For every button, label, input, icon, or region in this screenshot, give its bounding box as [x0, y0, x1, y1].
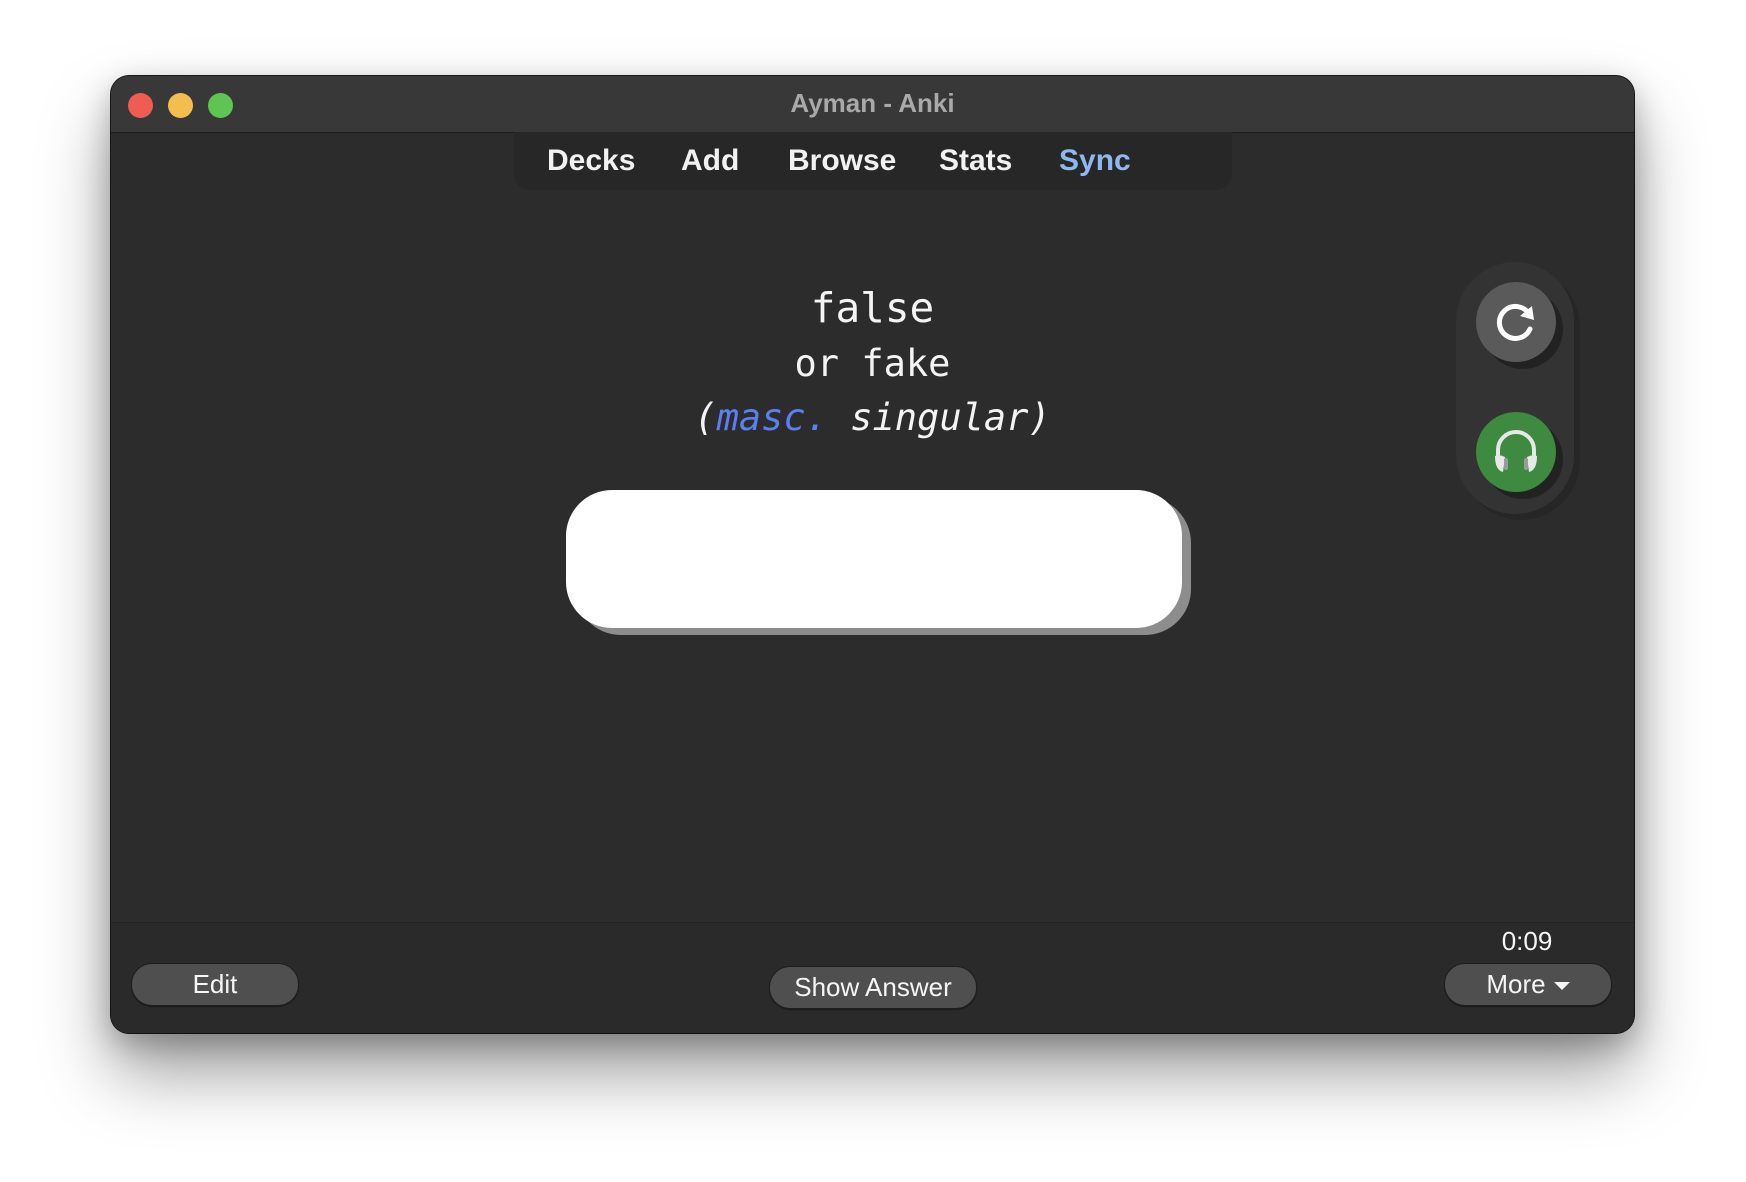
bottom-bar: Edit Show Answer 0:09 More [111, 922, 1634, 1033]
replay-button[interactable] [1476, 282, 1556, 362]
show-answer-button[interactable]: Show Answer [769, 966, 977, 1009]
edit-button[interactable]: Edit [131, 963, 299, 1006]
chevron-down-icon [1553, 982, 1570, 991]
card-front-word: false [810, 284, 935, 332]
anki-window: Ayman - Anki Decks Add Browse Stats Sync… [111, 76, 1634, 1033]
card-front-grammar: (masc. singular) [111, 396, 1634, 439]
grammar-number: singular) [827, 396, 1051, 439]
audio-button[interactable] [1476, 412, 1556, 492]
grammar-gender: masc. [716, 396, 828, 439]
answer-input[interactable] [566, 490, 1182, 628]
toolbar-decks[interactable]: Decks [547, 144, 635, 178]
replay-icon [1496, 303, 1534, 341]
review-timer: 0:09 [1501, 926, 1553, 956]
title-bar: Ayman - Anki [111, 76, 1634, 133]
grammar-open-paren: ( [694, 396, 717, 439]
more-label: More [1486, 969, 1546, 999]
card-front-alt: or fake [794, 342, 951, 385]
headphones-icon [1495, 430, 1537, 472]
toolbar-stats[interactable]: Stats [939, 144, 1012, 178]
window-title: Ayman - Anki [790, 88, 955, 118]
toolbar-browse[interactable]: Browse [788, 144, 896, 178]
toolbar-sync[interactable]: Sync [1059, 144, 1131, 178]
side-controls-panel [1456, 262, 1574, 514]
main-toolbar: Decks Add Browse Stats Sync [514, 132, 1232, 190]
more-button[interactable]: More [1444, 963, 1612, 1006]
toolbar-add[interactable]: Add [681, 144, 739, 178]
